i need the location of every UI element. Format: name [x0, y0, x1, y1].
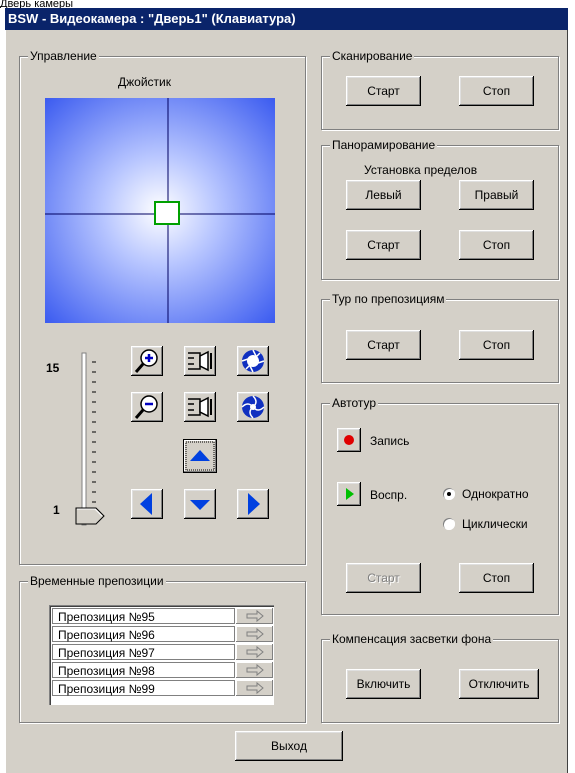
scan-legend: Сканирование	[330, 49, 415, 63]
camera-focus-icon	[188, 350, 212, 372]
zoom-slider[interactable]	[70, 348, 125, 531]
zoom-out-icon	[134, 395, 158, 419]
joystick-pad[interactable]	[45, 98, 275, 323]
radio-once-label: Однократно	[462, 487, 529, 501]
list-item[interactable]: Препозиция №96	[52, 626, 273, 643]
radio-cyclic-label: Циклически	[462, 517, 528, 531]
zoom-out-button[interactable]	[131, 392, 163, 422]
radio-once[interactable]	[443, 488, 455, 500]
record-button[interactable]	[337, 428, 361, 452]
preset-go-button[interactable]	[236, 680, 273, 696]
backlight-on-button[interactable]: Включить	[346, 669, 421, 699]
arrow-right-outline-icon	[246, 645, 264, 659]
preset-name: Препозиция №97	[52, 644, 235, 660]
arrow-right-outline-icon	[246, 609, 264, 623]
pan-start-button[interactable]: Старт	[346, 230, 421, 260]
list-item[interactable]: Препозиция №98	[52, 662, 273, 679]
play-icon	[346, 488, 354, 500]
arrow-right-outline-icon	[246, 663, 264, 677]
radio-cyclic[interactable]	[443, 518, 455, 530]
pan-right-limit-button[interactable]: Правый	[459, 180, 534, 210]
pan-left-button[interactable]	[131, 489, 163, 519]
slider-min-label: 1	[53, 503, 60, 517]
list-item[interactable]: Препозиция №97	[52, 644, 273, 661]
pan-up-button[interactable]	[183, 439, 217, 473]
pan-left-limit-button[interactable]: Левый	[346, 180, 421, 210]
pan-down-button[interactable]	[184, 489, 216, 519]
preset-go-button[interactable]	[236, 626, 273, 642]
record-dot-icon	[344, 435, 354, 445]
list-item[interactable]: Препозиция №95	[52, 608, 273, 625]
arrow-up-icon	[185, 441, 215, 471]
clipped-text: Дверь камеры	[0, 0, 74, 8]
autotour-start-button[interactable]: Старт	[346, 563, 421, 593]
scan-start-button[interactable]: Старт	[346, 76, 421, 106]
autotour-legend: Автотур	[330, 396, 379, 410]
preset-go-button[interactable]	[236, 644, 273, 660]
window-title: BSW - Видеокамера : "Дверь1" (Клавиатура…	[5, 8, 568, 30]
arrow-right-outline-icon	[246, 627, 264, 641]
pan-right-button[interactable]	[237, 489, 269, 519]
preset-list: Препозиция №95 Препозиция №96 Препозиция…	[49, 605, 274, 705]
arrow-right-outline-icon	[246, 681, 264, 695]
camera-focus-icon	[188, 396, 212, 418]
preset-name: Препозиция №96	[52, 626, 235, 642]
zoom-in-button[interactable]	[131, 346, 163, 376]
joystick-graphic	[45, 98, 275, 323]
iris-close-button[interactable]	[237, 392, 269, 422]
preset-go-button[interactable]	[236, 608, 273, 624]
exit-button[interactable]: Выход	[235, 731, 343, 761]
iris-open-icon	[241, 349, 265, 373]
control-legend: Управление	[28, 49, 99, 63]
iris-close-icon	[241, 395, 265, 419]
backlight-legend: Компенсация засветки фона	[330, 632, 494, 646]
camera-window: BSW - Видеокамера : "Дверь1" (Клавиатура…	[5, 8, 568, 773]
preset-name: Препозиция №99	[52, 680, 235, 696]
tour-legend: Тур по препозициям	[330, 292, 447, 306]
iris-open-button[interactable]	[237, 346, 269, 376]
slider-max-label: 15	[46, 361, 60, 375]
arrow-down-icon	[190, 500, 210, 510]
tour-stop-button[interactable]: Стоп	[459, 330, 534, 360]
preset-name: Препозиция №98	[52, 662, 235, 678]
focus-near-button[interactable]	[184, 346, 216, 376]
autotour-stop-button[interactable]: Стоп	[459, 563, 534, 593]
tour-start-button[interactable]: Старт	[346, 330, 421, 360]
preset-name: Препозиция №95	[52, 608, 235, 624]
presets-legend: Временные препозиции	[28, 574, 166, 588]
play-label: Воспр.	[370, 488, 408, 502]
zoom-in-icon	[134, 349, 158, 373]
limits-label: Установка пределов	[364, 163, 478, 177]
scan-stop-button[interactable]: Стоп	[459, 76, 534, 106]
play-button[interactable]	[337, 482, 361, 506]
list-item[interactable]: Препозиция №99	[52, 680, 273, 697]
preset-go-button[interactable]	[236, 662, 273, 678]
joystick-handle	[154, 201, 180, 225]
arrow-right-icon	[248, 493, 260, 515]
pan-legend: Панорамирование	[330, 138, 438, 152]
joystick-label: Джойстик	[118, 75, 171, 89]
backlight-off-button[interactable]: Отключить	[459, 669, 539, 699]
pan-stop-button[interactable]: Стоп	[459, 230, 534, 260]
arrow-left-icon	[140, 493, 152, 515]
focus-far-button[interactable]	[184, 392, 216, 422]
record-label: Запись	[370, 434, 410, 448]
